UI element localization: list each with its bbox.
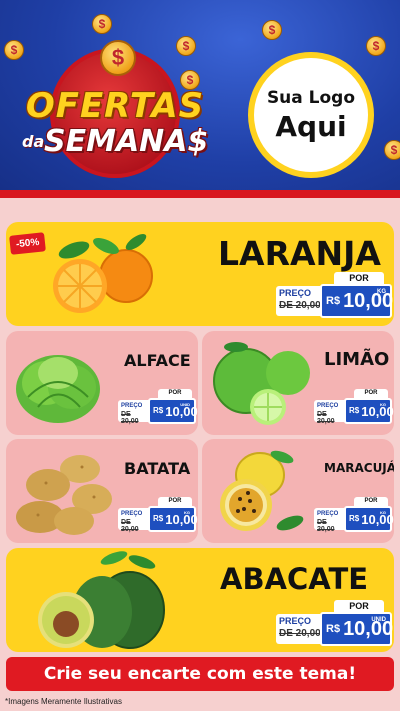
price-currency: R$ (349, 514, 360, 523)
price-por-label: POR (334, 272, 384, 284)
price-old-box: PREÇO DE 20,00 (314, 508, 346, 533)
price-tag: POR PREÇO DE 20,00 R$ 10,00 UNID (276, 600, 393, 648)
price-unit: KG (380, 402, 386, 407)
dollar-coin-icon: $ (92, 14, 112, 34)
dollar-coin-icon: $ (100, 40, 136, 76)
price-old-box: PREÇO DE 20,00 (276, 614, 322, 644)
product-card-abacate: ABACATE POR PREÇO DE 20,00 R$ 10,00 UNID (6, 548, 394, 652)
price-unit: KG (184, 510, 190, 515)
old-price: DE 20,00 (317, 411, 335, 425)
price-currency: R$ (153, 514, 164, 523)
new-price-box: R$ 10,00 KG (344, 506, 394, 532)
price-old-box: PREÇO DE 20,00 (118, 400, 150, 425)
price-currency: R$ (153, 406, 164, 415)
price-unit: UNID (371, 617, 386, 623)
product-name: ABACATE (220, 562, 369, 596)
product-name: BATATA (124, 459, 191, 478)
price-unit: KG (377, 289, 386, 295)
price-por-label: POR (354, 389, 388, 398)
product-card-alface: ALFACE POR PREÇO DE 20,00 R$ 10,00 UNID (6, 331, 198, 435)
old-price: DE 20,00 (279, 300, 321, 311)
price-por-label: POR (354, 497, 388, 506)
product-name: ALFACE (124, 351, 191, 370)
price-tag: POR PREÇO DE 20,00 R$ 10,00 KG (314, 389, 394, 425)
new-price-box: R$ 10,00 UNID (320, 612, 393, 646)
price-old-box: PREÇO DE 20,00 (314, 400, 346, 425)
product-card-limao: LIMÃO POR PREÇO DE 20,00 R$ 10,00 KG (202, 331, 394, 435)
product-card-batata: BATATA POR PREÇO DE 20,00 R$ 10,00 KG (6, 439, 198, 543)
lime-icon (213, 342, 310, 425)
logo-text-line1: Sua Logo (266, 87, 356, 108)
price-tag: POR PREÇO DE 20,00 R$ 10,00 KG (118, 497, 198, 533)
product-name: MARACUJÁ (324, 461, 394, 475)
price-unit: UNID (180, 402, 190, 407)
title-ofertas: OFERTAS (25, 86, 205, 126)
price-value: 10,00 (361, 511, 394, 527)
price-old-box: PREÇO DE 20,00 (118, 508, 150, 533)
old-price: DE 20,00 (279, 628, 321, 639)
disclaimer-text: *Imagens Meramente Ilustrativas (5, 697, 122, 706)
old-price: DE 20,00 (121, 519, 139, 533)
product-card-laranja: LARANJA POR PREÇO DE 20,00 R$ 10,00 KG (6, 222, 394, 326)
orange-icon (53, 233, 153, 313)
ofertas-emblem: $ OFERTAS da SEMANA$ (20, 40, 210, 180)
price-label: PREÇO (121, 403, 143, 409)
price-unit: KG (380, 510, 386, 515)
new-price-box: R$ 10,00 KG (344, 398, 394, 424)
dollar-coin-icon: $ (366, 36, 386, 56)
price-label: PREÇO (279, 288, 312, 298)
product-name: LARANJA (218, 234, 381, 273)
old-price: DE 20,00 (317, 519, 335, 533)
dollar-coin-icon: $ (384, 140, 400, 160)
price-label: PREÇO (121, 511, 143, 517)
dollar-coin-icon: $ (262, 20, 282, 40)
price-value: 10,00 (361, 403, 394, 419)
logo-text-line2: Aqui (275, 109, 347, 143)
price-label: PREÇO (279, 616, 312, 626)
discount-badge: -50% (9, 232, 47, 255)
price-currency: R$ (326, 294, 341, 307)
price-old-box: PREÇO DE 20,00 (276, 286, 322, 316)
title-da: da (22, 132, 45, 151)
product-card-maracuja: MARACUJÁ POR PREÇO DE 20,00 R$ 10,00 KG (202, 439, 394, 543)
price-por-label: POR (158, 497, 192, 506)
price-label: PREÇO (317, 403, 339, 409)
avocado-icon (38, 551, 165, 649)
new-price-box: R$ 10,00 KG (320, 284, 393, 318)
logo-placeholder: Sua Logo Aqui (248, 52, 374, 178)
new-price-box: R$ 10,00 UNID (148, 398, 198, 424)
old-price: DE 20,00 (121, 411, 139, 425)
price-tag: POR PREÇO DE 20,00 R$ 10,00 UNID (118, 389, 198, 425)
price-tag: POR PREÇO DE 20,00 R$ 10,00 KG (314, 497, 394, 533)
title-semana: SEMANA$ (44, 124, 209, 159)
price-tag: POR PREÇO DE 20,00 R$ 10,00 KG (276, 272, 393, 320)
potato-icon (16, 455, 112, 535)
price-por-label: POR (334, 600, 384, 612)
cta-banner[interactable]: Crie seu encarte com este tema! (6, 657, 394, 691)
price-value: 10,00 (165, 511, 198, 527)
flyer-page: $ $ $ $ $ $ $ $ OFERTAS da SEMANA$ Sua L… (0, 0, 400, 711)
lettuce-icon (16, 355, 100, 423)
price-currency: R$ (326, 622, 341, 635)
new-price-box: R$ 10,00 KG (148, 506, 198, 532)
passion-fruit-icon (220, 450, 304, 531)
price-label: PREÇO (317, 511, 339, 517)
price-currency: R$ (349, 406, 360, 415)
product-name: LIMÃO (324, 349, 390, 370)
header-banner: $ $ $ $ $ $ $ $ OFERTAS da SEMANA$ Sua L… (0, 0, 400, 198)
price-por-label: POR (158, 389, 192, 398)
